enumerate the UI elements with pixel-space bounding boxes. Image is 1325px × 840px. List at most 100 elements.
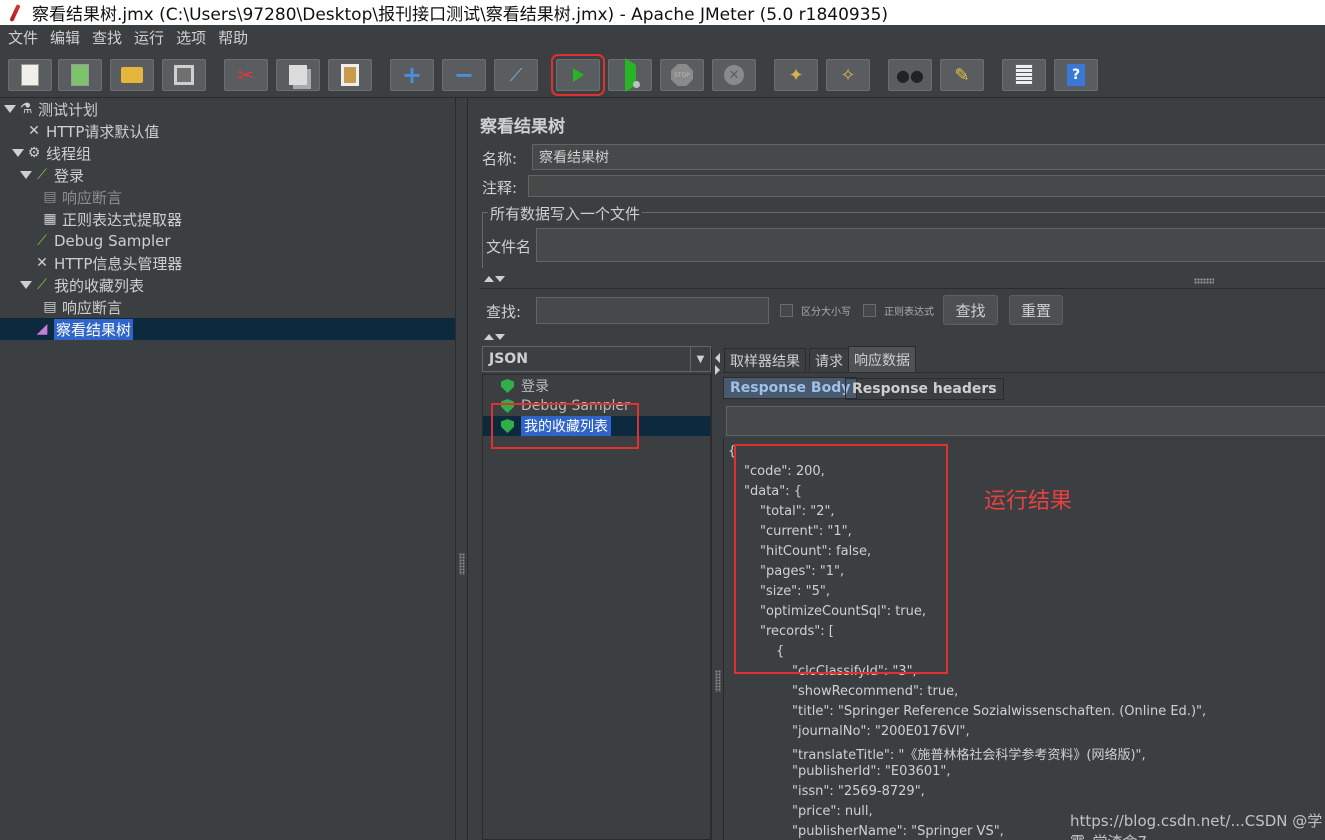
tab-request[interactable]: 请求 xyxy=(809,348,849,372)
comment-label: 注释: xyxy=(482,179,518,197)
clear-all-button[interactable]: ✧ xyxy=(826,59,870,91)
function-helper-button[interactable] xyxy=(1002,59,1046,91)
collapse-arrows-icon[interactable] xyxy=(484,276,508,286)
extractor-icon: ▦ xyxy=(43,211,57,227)
response-search-field[interactable] xyxy=(726,406,1325,436)
flask-icon: ⚗ xyxy=(19,101,33,117)
tools-icon: ✕ xyxy=(28,123,40,139)
highlight-box xyxy=(491,403,639,449)
help-button[interactable]: ? xyxy=(1054,59,1098,91)
toggle-button[interactable]: ⟋ xyxy=(494,59,538,91)
find-button[interactable]: 查找 xyxy=(943,295,998,325)
chevron-left-icon[interactable] xyxy=(715,353,720,363)
json-line: "journalNo": "200E0176Vl", xyxy=(792,724,970,739)
menu-file[interactable]: 文件 xyxy=(8,27,38,48)
tab-response-data[interactable]: 响应数据 xyxy=(848,346,916,372)
subtab-response-body[interactable]: Response Body xyxy=(723,377,858,399)
collapse-button[interactable]: − xyxy=(442,59,486,91)
tree-node-response-assertion[interactable]: ▤ 响应断言 xyxy=(42,296,122,318)
paste-icon xyxy=(341,64,359,86)
tree-node-debug-sampler[interactable]: ⟋ Debug Sampler xyxy=(34,230,170,252)
resize-dots-icon[interactable] xyxy=(1194,278,1214,284)
case-sensitive-checkbox[interactable]: 区分大小写 xyxy=(780,303,851,318)
tree-node-favorites-list[interactable]: ⟋ 我的收藏列表 xyxy=(20,274,144,296)
menu-edit[interactable]: 编辑 xyxy=(50,27,80,48)
search-icon: ●● xyxy=(896,65,924,85)
start-button[interactable] xyxy=(551,54,605,96)
name-label: 名称: xyxy=(482,150,518,168)
expand-arrow-icon[interactable] xyxy=(12,149,24,157)
menu-search[interactable]: 查找 xyxy=(92,27,122,48)
expand-arrow-icon[interactable] xyxy=(4,105,16,113)
tree-node-thread-group[interactable]: ⚙ 线程组 xyxy=(12,142,91,164)
open-button[interactable] xyxy=(110,59,154,91)
panel-title: 察看结果树 xyxy=(480,117,565,137)
splitter-grip-icon[interactable] xyxy=(459,553,465,575)
templates-button[interactable] xyxy=(58,59,102,91)
json-line: "title": "Springer Reference Sozialwisse… xyxy=(792,704,1207,719)
function-helper-icon xyxy=(1015,64,1033,86)
checkbox-box[interactable] xyxy=(780,304,793,317)
expand-button[interactable]: + xyxy=(390,59,434,91)
tools-icon: ✕ xyxy=(36,255,48,271)
gear-icon: ⚙ xyxy=(27,145,41,161)
subtab-response-headers[interactable]: Response headers xyxy=(845,378,1004,400)
splitter-grip-icon[interactable] xyxy=(715,670,721,692)
reset-search-button[interactable]: ✎ xyxy=(940,59,984,91)
search-input[interactable] xyxy=(536,297,769,324)
save-button[interactable] xyxy=(162,59,206,91)
tree-node-view-results-tree[interactable]: ◢ 察看结果树 xyxy=(34,318,134,340)
menu-run[interactable]: 运行 xyxy=(134,27,164,48)
tab-divider xyxy=(723,372,1325,373)
watermark: https://blog.csdn.net/...CSDN @学霸_学渣命7 xyxy=(1070,812,1323,840)
window-titlebar: 察看结果树.jmx (C:\Users\97280\Desktop\报刊接口测试… xyxy=(0,0,1325,25)
clear-button[interactable]: ✦ xyxy=(774,59,818,91)
tab-sampler-result[interactable]: 取样器结果 xyxy=(724,348,806,372)
pipette-icon: ⟋ xyxy=(37,233,47,249)
clear-icon: ✦ xyxy=(788,64,804,86)
divider xyxy=(480,288,1325,289)
chevron-down-icon[interactable]: ▼ xyxy=(690,347,710,371)
filename-field[interactable] xyxy=(536,228,1325,262)
checkbox-box[interactable] xyxy=(863,304,876,317)
highlight-box xyxy=(734,444,948,674)
comment-field[interactable] xyxy=(528,175,1325,197)
stop-button[interactable]: STOP xyxy=(660,59,704,91)
chart-icon: ◢ xyxy=(36,321,48,337)
chevron-right-icon[interactable] xyxy=(715,365,720,375)
tree-node-response-assertion-disabled[interactable]: ▤ 响应断言 xyxy=(42,186,122,208)
start-no-pause-icon xyxy=(624,58,640,92)
shutdown-button[interactable]: ✕ xyxy=(712,59,756,91)
json-line: "issn": "2569-8729", xyxy=(792,784,925,799)
menu-options[interactable]: 选项 xyxy=(176,27,206,48)
search-button[interactable]: ●● xyxy=(888,59,932,91)
json-line: "publisherName": "Springer VS", xyxy=(792,824,1004,839)
toggle-icon: ⟋ xyxy=(509,64,523,86)
copy-button[interactable] xyxy=(276,59,320,91)
open-icon xyxy=(121,67,143,83)
start-no-pause-button[interactable] xyxy=(608,58,652,92)
collapse-arrows-icon[interactable] xyxy=(484,334,508,344)
tree-node-login[interactable]: ⟋ 登录 xyxy=(20,164,84,186)
result-splitter[interactable] xyxy=(711,348,723,840)
cut-button[interactable]: ✂ xyxy=(224,59,268,91)
result-item-login[interactable]: 登录 xyxy=(501,376,549,396)
regex-checkbox[interactable]: 正则表达式 xyxy=(863,303,934,318)
name-field[interactable]: 察看结果树 xyxy=(532,144,1325,170)
tree-node-header-manager[interactable]: ✕ HTTP信息头管理器 xyxy=(34,252,182,274)
reset-button[interactable]: 重置 xyxy=(1009,295,1063,325)
view-results-tree-panel: 察看结果树 名称: 察看结果树 注释: 所有数据写入一个文件 文件名 查找: 区… xyxy=(467,98,1325,840)
help-icon: ? xyxy=(1067,64,1085,86)
expand-arrow-icon[interactable] xyxy=(20,281,32,289)
paste-button[interactable] xyxy=(328,59,372,91)
new-icon xyxy=(21,64,39,86)
tree-node-regex-extractor[interactable]: ▦ 正则表达式提取器 xyxy=(42,208,182,230)
vertical-splitter[interactable] xyxy=(455,98,467,840)
new-button[interactable] xyxy=(8,59,52,91)
tree-node-http-defaults[interactable]: ✕ HTTP请求默认值 xyxy=(26,120,159,142)
filename-label: 文件名 xyxy=(486,238,532,256)
expand-arrow-icon[interactable] xyxy=(20,171,32,179)
renderer-select[interactable]: JSON ▼ xyxy=(482,346,711,372)
menu-help[interactable]: 帮助 xyxy=(218,27,248,48)
tree-node-test-plan[interactable]: ⚗ 测试计划 xyxy=(4,98,98,120)
